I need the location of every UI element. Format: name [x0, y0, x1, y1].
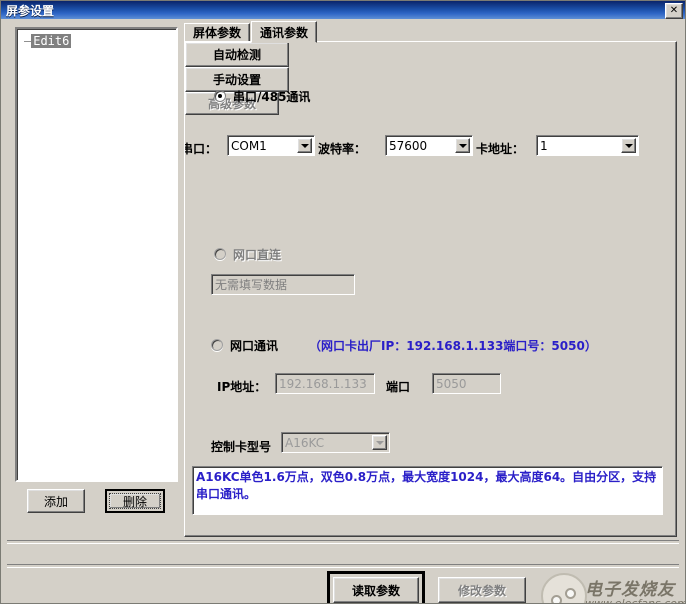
card-address-value: 1: [540, 138, 548, 153]
chevron-down-icon[interactable]: [297, 138, 312, 153]
left-panel: — Edit6 添加 删除: [7, 27, 179, 535]
horizontal-separator-bottom: [7, 564, 679, 568]
radio-lan-direct-label: 网口直连: [233, 248, 282, 262]
card-model-label: 控制卡型号: [211, 440, 272, 454]
window-client-area: — Edit6 添加 删除 屏体参数 通讯参数 串口/485通讯 串口： COM…: [1, 19, 685, 603]
card-description-text: A16KC单色1.6万点，双色0.8万点，最大宽度1024，最大高度64。自由分…: [196, 470, 657, 501]
card-model-combo[interactable]: A16KC: [281, 432, 390, 453]
lan-comm-hint: （网口卡出厂IP：192.168.1.133端口号：5050）: [309, 339, 597, 353]
tree-item-label: Edit6: [31, 34, 72, 48]
tree-connector-icon: —: [24, 34, 31, 48]
tree-item-edit6[interactable]: — Edit6: [24, 34, 72, 48]
tab-communication-parameters[interactable]: 通讯参数: [251, 21, 318, 43]
left-panel-buttons: 添加 删除: [15, 489, 178, 519]
radio-serial-485-label: 串口/485通讯: [233, 90, 311, 104]
radio-lan-comm-label: 网口通讯: [230, 339, 279, 353]
radio-lan-comm[interactable]: [211, 339, 223, 351]
window-title: 屏参设置: [6, 3, 55, 18]
card-address-combo[interactable]: 1: [536, 135, 639, 156]
read-parameters-button[interactable]: 读取参数: [333, 577, 419, 603]
ip-address-field[interactable]: 192.168.1.133: [275, 373, 375, 394]
auto-detect-button[interactable]: 自动检测: [185, 42, 289, 67]
lan-port-value: 5050: [436, 376, 467, 391]
baud-rate-value: 57600: [389, 138, 428, 153]
serial-port-value: COM1: [231, 138, 267, 153]
element-tree[interactable]: — Edit6: [15, 27, 178, 482]
delete-button[interactable]: 删除: [109, 493, 161, 509]
ip-address-value: 192.168.1.133: [279, 376, 367, 391]
card-model-value: A16KC: [285, 435, 325, 450]
watermark: 电子发烧友 www.elecfans.com: [541, 571, 686, 604]
close-icon[interactable]: ✕: [665, 3, 683, 19]
serial-port-label: 串口：: [184, 142, 218, 156]
watermark-url: www.elecfans.com: [585, 597, 686, 604]
baud-rate-label: 波特率：: [318, 142, 367, 156]
tab-screen-parameters[interactable]: 屏体参数: [184, 23, 251, 42]
modify-parameters-button[interactable]: 修改参数: [438, 577, 526, 603]
radio-serial-485[interactable]: [214, 90, 226, 102]
card-description-memo[interactable]: A16KC单色1.6万点，双色0.8万点，最大宽度1024，最大高度64。自由分…: [192, 466, 663, 515]
chevron-down-icon[interactable]: [455, 138, 470, 153]
tab-strip: 屏体参数 通讯参数: [184, 21, 318, 43]
horizontal-separator-top: [7, 540, 679, 544]
delete-button-focus-highlight: 删除: [105, 489, 165, 513]
lan-port-field[interactable]: 5050: [432, 373, 501, 394]
card-address-label: 卡地址：: [476, 142, 525, 156]
lan-port-label: 端口: [386, 380, 411, 394]
add-button[interactable]: 添加: [27, 489, 85, 513]
tab-control: 屏体参数 通讯参数 串口/485通讯 串口： COM1 波特率： 57600 卡…: [184, 21, 677, 537]
communication-parameters-page: 串口/485通讯 串口： COM1 波特率： 57600 卡地址： 1 自动检测: [184, 41, 677, 537]
screen-parameter-settings-window: 屏参设置 ✕ — Edit6 添加 删除 屏体参数 通讯参数 串口/485通讯 …: [0, 0, 686, 604]
baud-rate-combo[interactable]: 57600: [385, 135, 473, 156]
title-bar: 屏参设置 ✕: [1, 1, 685, 19]
radio-lan-direct[interactable]: [214, 248, 226, 260]
chevron-down-icon[interactable]: [372, 435, 387, 450]
chevron-down-icon[interactable]: [621, 138, 636, 153]
elecfans-logo-icon: [541, 573, 587, 603]
ip-address-label: IP地址：: [217, 380, 267, 394]
lan-direct-field[interactable]: 无需填写数据: [211, 274, 355, 295]
lan-direct-field-value: 无需填写数据: [215, 278, 288, 292]
serial-port-combo[interactable]: COM1: [227, 135, 315, 156]
